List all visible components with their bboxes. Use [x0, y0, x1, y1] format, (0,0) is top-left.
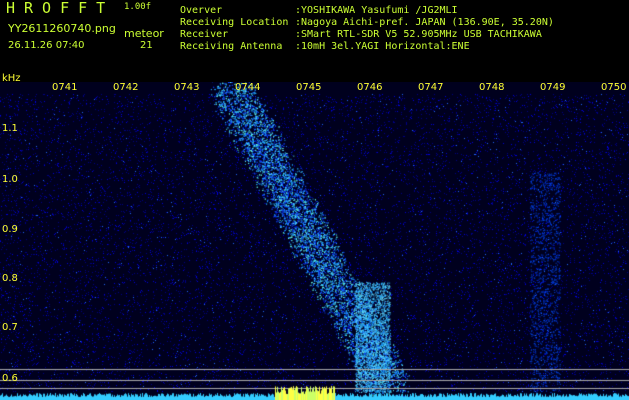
- file-name: YY2611260740.png: [8, 22, 116, 35]
- y-tick-label: 1.1: [2, 123, 18, 134]
- app-version: 1.00f: [124, 2, 152, 12]
- x-tick-label: 0745: [296, 82, 322, 93]
- x-tick-label: 0748: [479, 82, 505, 93]
- info-value: :YOSHIKAWA Yasufumi /JG2MLI: [295, 5, 458, 16]
- info-key: Receiving Antenna: [180, 41, 283, 52]
- x-tick-label: 0750: [601, 82, 627, 93]
- y-unit-label: kHz: [2, 73, 21, 84]
- info-key: Receiver: [180, 29, 229, 40]
- x-tick-label: 0747: [418, 82, 444, 93]
- info-value: :Nagoya Aichi-pref. JAPAN (136.90E, 35.2…: [295, 17, 554, 28]
- x-tick-label: 0742: [113, 82, 139, 93]
- info-key: Receiving Location: [180, 17, 289, 28]
- spectrogram-panel: kHz 1.1 1.0 0.9 0.8 0.7 0.6 0741 0742 0743 0744 0…: [0, 73, 629, 400]
- meteor-count: 21: [140, 40, 153, 51]
- x-tick-label: 0741: [52, 82, 78, 93]
- info-row-location: Receiving Location :Nagoya Aichi-pref. JA…: [180, 17, 554, 28]
- y-tick-label: 1.0: [2, 174, 18, 185]
- hrofft-window: HROFFT 1.00f YY2611260740.png meteor 26.…: [0, 0, 629, 400]
- info-row-receiver: Receiver :SMart RTL-SDR V5 52.905MHz USB …: [180, 29, 542, 40]
- x-tick-label: 0746: [357, 82, 383, 93]
- x-tick-label: 0744: [235, 82, 261, 93]
- timestamp: 26.11.26 07:40: [8, 40, 85, 51]
- y-tick-label: 0.8: [2, 273, 18, 284]
- x-tick-label: 0749: [540, 82, 566, 93]
- info-row-observer: Overver :YOSHIKAWA Yasufumi /JG2MLI: [180, 5, 458, 16]
- info-key: Overver: [180, 5, 223, 16]
- meteor-label: meteor: [124, 27, 164, 40]
- app-title: HROFFT: [6, 0, 115, 17]
- x-tick-label: 0743: [174, 82, 200, 93]
- info-value: :10mH 3el.YAGI Horizontal:ENE: [295, 41, 470, 52]
- y-tick-label: 0.7: [2, 322, 18, 333]
- info-value: :SMart RTL-SDR V5 52.905MHz USB TACHIKAW…: [295, 29, 542, 40]
- y-tick-label: 0.6: [2, 373, 18, 384]
- spectrogram-canvas: [0, 82, 629, 400]
- info-row-antenna: Receiving Antenna :10mH 3el.YAGI Horizont…: [180, 41, 470, 52]
- y-tick-label: 0.9: [2, 224, 18, 235]
